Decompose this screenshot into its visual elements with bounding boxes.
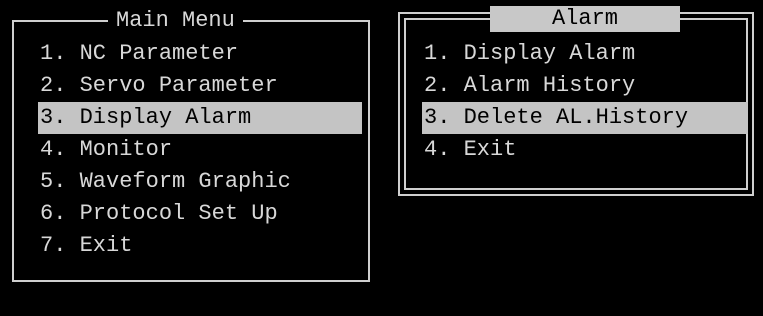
item-number: 3. [40, 105, 67, 130]
main-menu-item-monitor[interactable]: 4. Monitor [38, 134, 362, 166]
item-label: NC Parameter [79, 41, 239, 66]
item-number: 1. [424, 41, 451, 66]
main-menu-list: 1. NC Parameter 2. Servo Parameter 3. Di… [38, 38, 362, 262]
item-label: Protocol Set Up [79, 201, 278, 226]
item-label: Display Alarm [79, 105, 252, 130]
item-number: 2. [424, 73, 451, 98]
alarm-menu-item-alarm-history[interactable]: 2. Alarm History [422, 70, 748, 102]
main-menu-item-exit[interactable]: 7. Exit [38, 230, 362, 262]
item-label: Delete AL.History [463, 105, 689, 130]
item-label: Exit [79, 233, 133, 258]
main-menu-item-waveform-graphic[interactable]: 5. Waveform Graphic [38, 166, 362, 198]
item-number: 5. [40, 169, 67, 194]
item-number: 6. [40, 201, 67, 226]
main-menu-item-servo-parameter[interactable]: 2. Servo Parameter [38, 70, 362, 102]
item-label: Alarm History [463, 73, 636, 98]
item-number: 4. [424, 137, 451, 162]
item-number: 1. [40, 41, 67, 66]
item-number: 3. [424, 105, 451, 130]
alarm-menu-item-display-alarm[interactable]: 1. Display Alarm [422, 38, 748, 70]
item-number: 4. [40, 137, 67, 162]
item-label: Exit [463, 137, 517, 162]
main-menu-item-display-alarm[interactable]: 3. Display Alarm [38, 102, 362, 134]
main-menu-item-nc-parameter[interactable]: 1. NC Parameter [38, 38, 362, 70]
alarm-menu-title: Alarm [490, 6, 680, 32]
item-label: Monitor [79, 137, 173, 162]
main-menu-item-protocol-set-up[interactable]: 6. Protocol Set Up [38, 198, 362, 230]
item-number: 2. [40, 73, 67, 98]
main-menu-title: Main Menu [108, 8, 243, 34]
item-number: 7. [40, 233, 67, 258]
alarm-menu-item-exit[interactable]: 4. Exit [422, 134, 748, 166]
alarm-menu-item-delete-al-history[interactable]: 3. Delete AL.History [422, 102, 748, 134]
cnc-screen: Main Menu 1. NC Parameter 2. Servo Param… [0, 0, 763, 316]
item-label: Display Alarm [463, 41, 636, 66]
alarm-menu-list: 1. Display Alarm 2. Alarm History 3. Del… [422, 38, 748, 166]
item-label: Waveform Graphic [79, 169, 291, 194]
item-label: Servo Parameter [79, 73, 278, 98]
